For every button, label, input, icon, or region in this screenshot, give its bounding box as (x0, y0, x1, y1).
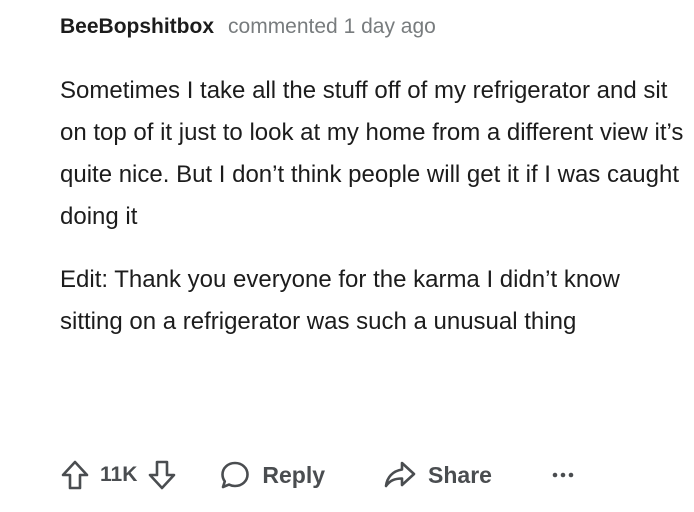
share-arrow-icon (383, 459, 417, 491)
comment-header: BeeBopshitbox commented 1 day ago (60, 12, 690, 42)
arrow-up-icon[interactable] (60, 459, 90, 491)
comment-body: Sometimes I take all the stuff off of my… (60, 70, 685, 343)
speech-bubble-icon (219, 459, 251, 491)
more-options-button[interactable] (552, 471, 574, 479)
comment-paragraph: Sometimes I take all the stuff off of my… (60, 77, 684, 230)
vote-count: 11K (100, 463, 138, 486)
share-label: Share (428, 461, 492, 488)
comment-paragraph: Edit: Thank you everyone for the karma I… (60, 266, 620, 335)
arrow-down-icon[interactable] (147, 459, 177, 491)
more-dots-icon (552, 471, 574, 479)
comment-timestamp: commented 1 day ago (228, 15, 436, 38)
reply-button[interactable]: Reply (219, 459, 325, 491)
vote-group: 11K (60, 459, 177, 491)
comment-action-bar: 11K Reply Share (60, 455, 574, 495)
share-button[interactable]: Share (383, 459, 492, 491)
comment: BeeBopshitbox commented 1 day ago Someti… (60, 12, 690, 343)
comment-author[interactable]: BeeBopshitbox (60, 12, 214, 42)
reply-label: Reply (262, 461, 326, 488)
